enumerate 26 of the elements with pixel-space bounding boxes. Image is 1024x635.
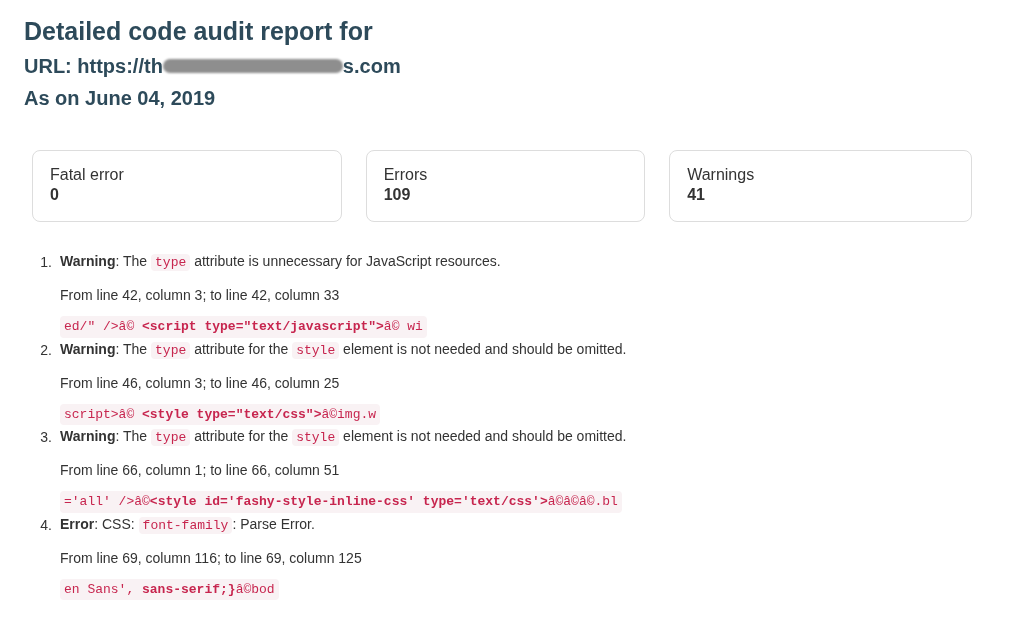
- list-number: 2.: [39, 340, 53, 360]
- code-snippet: ='all' />â©<style id='fashy-style-inline-css' type='text/css'>â©â©â©.bl: [60, 491, 622, 513]
- stat-value: 41: [687, 185, 706, 205]
- list-number: 4.: [39, 515, 53, 535]
- issue-message: Error: CSS: font-family : Parse Error.: [60, 514, 316, 535]
- location-text: From line 46, column 3; to line 46, column 25: [60, 374, 340, 391]
- list-number: 3.: [39, 428, 53, 447]
- stat-value: 0: [50, 185, 60, 205]
- report-title: Detailed code audit report for: [24, 16, 374, 46]
- list-number: 1.: [39, 253, 53, 272]
- issue-message: Warning: The type attribute for the style element is not needed and should be omitted.: [60, 339, 627, 360]
- stat-label: Warnings: [687, 165, 756, 185]
- location-text: From line 69, column 116; to line 69, column 125: [60, 549, 362, 566]
- stat-label: Fatal error: [50, 165, 125, 185]
- location-text: From line 42, column 3; to line 42, column 33: [60, 287, 340, 303]
- location-text: From line 66, column 1; to line 66, column 51: [60, 462, 340, 478]
- code-snippet: ed/" />â© <script type="text/javascript">â© wi: [60, 316, 427, 338]
- code-snippet: en Sans', sans-serif;}â©bod: [60, 578, 279, 600]
- stat-label: Errors: [383, 165, 429, 185]
- issue-message: Warning: The type attribute for the style element is not needed and should be omitted.: [60, 427, 627, 447]
- url-text: s.com: [342, 54, 401, 78]
- report-date: As on June 04, 2019: [24, 87, 216, 109]
- issue-message: Warning: The type attribute is unnecessary for JavaScript resources.: [60, 252, 501, 272]
- code-snippet: script>â© <style type="text/css">â©img.w: [60, 403, 381, 425]
- url-text: URL: https://th: [24, 54, 163, 78]
- stat-value: 109: [383, 185, 412, 205]
